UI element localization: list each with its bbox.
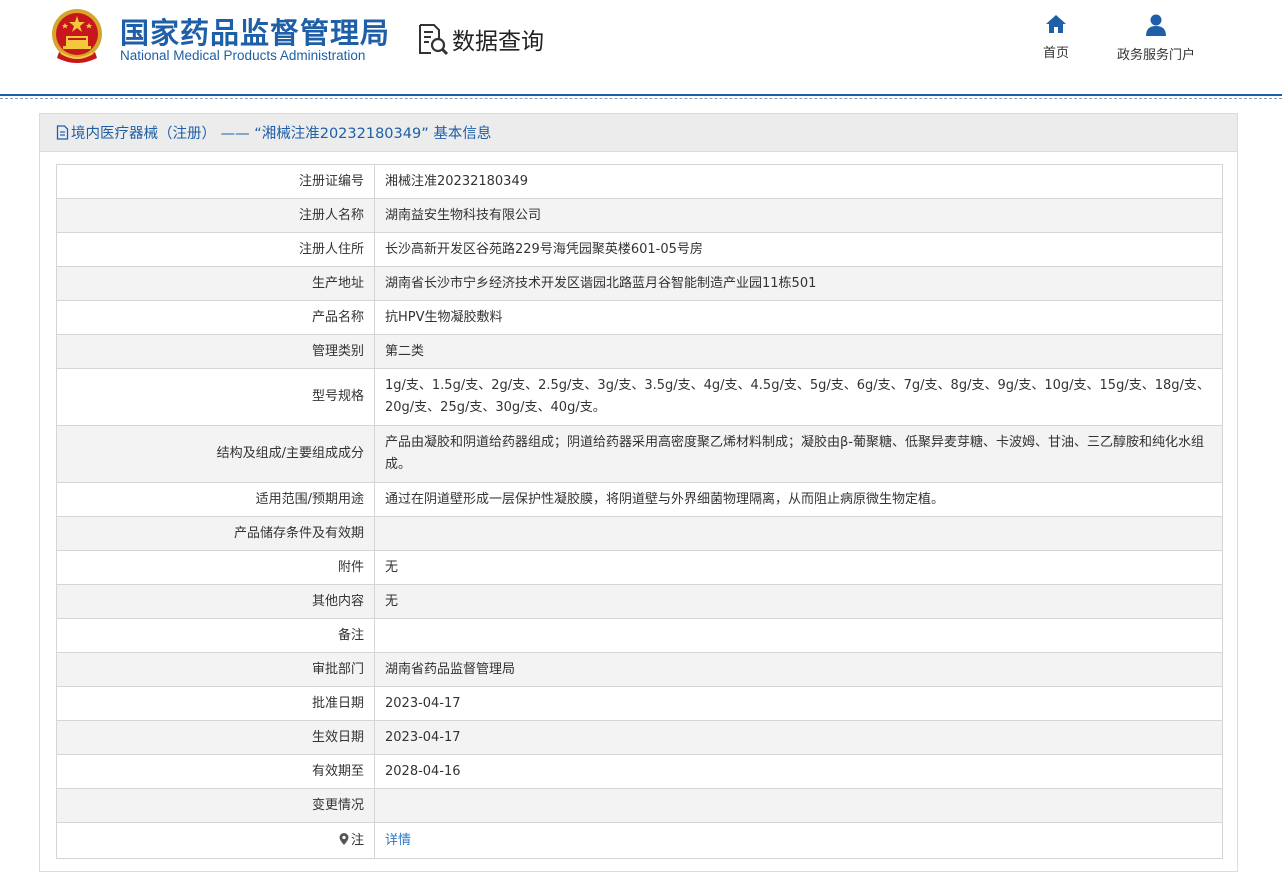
field-label: 产品名称 [56, 300, 375, 335]
field-label: 注册人名称 [56, 198, 375, 233]
field-label: 生产地址 [56, 266, 375, 301]
table-row: 变更情况 [56, 788, 1223, 823]
table-row: 适用范围/预期用途 通过在阴道壁形成一层保护性凝胶膜，将阴道壁与外界细菌物理隔离，… [56, 482, 1223, 517]
field-label: 审批部门 [56, 652, 375, 687]
table-row: 附件无 [56, 550, 1223, 585]
section-heading: 数据查询 [416, 22, 544, 56]
national-emblem-icon [52, 9, 102, 63]
document-icon [56, 125, 69, 140]
table-row: 注册人住所 长沙高新开发区谷苑路229号海凭园聚英楼601-05号房 [56, 232, 1223, 267]
detail-panel: 境内医疗器械（注册） —— “湘械注准20232180349” 基本信息 注册证… [39, 113, 1238, 872]
field-label: 生效日期 [56, 720, 375, 755]
table-row: 批准日期 2023-04-17 [56, 686, 1223, 721]
table-row: 生效日期 2023-04-17 [56, 720, 1223, 755]
field-value: 无 [374, 584, 1223, 619]
section-title: 数据查询 [452, 29, 544, 55]
table-row: 备注 [56, 618, 1223, 653]
nav-home[interactable]: 首页 [1036, 14, 1076, 61]
note-label-cell: 注 [56, 822, 375, 859]
panel-title: 境内医疗器械（注册） —— “湘械注准20232180349” 基本信息 [71, 126, 492, 142]
field-value: 湘械注准20232180349 [374, 164, 1223, 199]
field-label: 产品储存条件及有效期 [56, 516, 375, 551]
panel-header: 境内医疗器械（注册） —— “湘械注准20232180349” 基本信息 [40, 114, 1237, 152]
note-label: 注 [350, 832, 364, 848]
site-title: 国家药品监督管理局 [120, 16, 391, 50]
header-divider [0, 94, 1282, 96]
home-icon [1046, 15, 1066, 33]
table-row: 管理类别 第二类 [56, 334, 1223, 369]
field-label: 有效期至 [56, 754, 375, 789]
field-label: 其他内容 [56, 584, 375, 619]
table-row-note: 注 详情 [56, 822, 1223, 859]
field-label: 管理类别 [56, 334, 375, 369]
details-link[interactable]: 详情 [385, 833, 411, 848]
field-value: 2023-04-17 [374, 720, 1223, 755]
header-dashed-divider [0, 98, 1282, 99]
field-value: 无 [374, 550, 1223, 585]
note-value-cell: 详情 [374, 822, 1223, 859]
field-value: 产品由凝胶和阴道给药器组成；阴道给药器采用高密度聚乙烯材料制成；凝胶由β-葡聚糖… [374, 425, 1223, 483]
field-value: 2023-04-17 [374, 686, 1223, 721]
field-value: 湖南省药品监督管理局 [374, 652, 1223, 687]
field-label: 变更情况 [56, 788, 375, 823]
field-value: 湖南益安生物科技有限公司 [374, 198, 1223, 233]
field-value: 长沙高新开发区谷苑路229号海凭园聚英楼601-05号房 [374, 232, 1223, 267]
field-label: 注册证编号 [56, 164, 375, 199]
field-value: 通过在阴道壁形成一层保护性凝胶膜，将阴道壁与外界细菌物理隔离，从而阻止病原微生物… [374, 482, 1223, 517]
site-subtitle: National Medical Products Administration [120, 48, 366, 63]
nav-home-label: 首页 [1042, 46, 1069, 61]
field-value: 湖南省长沙市宁乡经济技术开发区谐园北路蓝月谷智能制造产业园11栋501 [374, 266, 1223, 301]
nav-portal-label: 政务服务门户 [1116, 48, 1195, 63]
field-label: 批准日期 [56, 686, 375, 721]
field-value: 第二类 [374, 334, 1223, 369]
table-row: 结构及组成/主要组成成分 产品由凝胶和阴道给药器组成；阴道给药器采用高密度聚乙烯材… [56, 425, 1223, 483]
field-value [374, 516, 1223, 551]
field-value: 2028-04-16 [374, 754, 1223, 789]
table-row: 产品储存条件及有效期 [56, 516, 1223, 551]
site-header: 国家药品监督管理局 National Medical Products Admi… [0, 0, 1282, 94]
table-row: 审批部门 湖南省药品监督管理局 [56, 652, 1223, 687]
location-pin-icon [339, 832, 349, 845]
field-label: 适用范围/预期用途 [56, 482, 375, 517]
field-value: 1g/支、1.5g/支、2g/支、2.5g/支、3g/支、3.5g/支、4g/支… [374, 368, 1223, 426]
data-search-icon [419, 24, 449, 56]
field-label: 注册人住所 [56, 232, 375, 267]
field-label: 备注 [56, 618, 375, 653]
field-value [374, 788, 1223, 823]
field-label: 结构及组成/主要组成成分 [56, 425, 375, 483]
user-icon [1146, 14, 1166, 36]
field-label: 附件 [56, 550, 375, 585]
table-row: 注册证编号 湘械注准20232180349 [56, 164, 1223, 199]
field-label: 型号规格 [56, 368, 375, 426]
table-row: 型号规格 1g/支、1.5g/支、2g/支、2.5g/支、3g/支、3.5g/支、… [56, 368, 1223, 426]
field-value [374, 618, 1223, 653]
table-row: 注册人名称 湖南益安生物科技有限公司 [56, 198, 1223, 233]
info-table: 注册证编号 湘械注准20232180349 注册人名称 湖南益安生物科技有限公司 注册人… [56, 164, 1223, 859]
table-row: 产品名称 抗HPV生物凝胶敷料 [56, 300, 1223, 335]
table-row: 有效期至 2028-04-16 [56, 754, 1223, 789]
nav-gov-service-portal[interactable]: 政务服务门户 [1108, 14, 1204, 63]
table-row: 生产地址 湖南省长沙市宁乡经济技术开发区谐园北路蓝月谷智能制造产业园11栋501 [56, 266, 1223, 301]
table-row: 其他内容无 [56, 584, 1223, 619]
field-value: 抗HPV生物凝胶敷料 [374, 300, 1223, 335]
